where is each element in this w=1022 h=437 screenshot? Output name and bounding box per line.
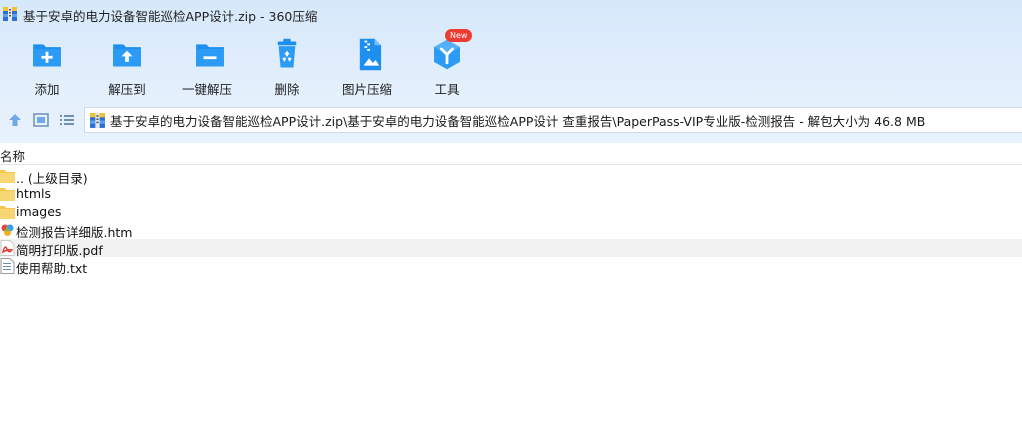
image-compress-label: 图片压缩 bbox=[342, 82, 393, 97]
file-name: htmls bbox=[16, 186, 51, 201]
delete-button[interactable]: 删除 bbox=[267, 28, 307, 98]
one-click-extract-icon bbox=[195, 44, 224, 67]
tools-label: 工具 bbox=[434, 82, 460, 97]
delete-label: 删除 bbox=[274, 82, 300, 97]
file-list: .. (上级目录) htmls images 检测报告详细版.htm 简明打印版… bbox=[0, 167, 1022, 276]
folder-icon bbox=[0, 170, 15, 183]
column-header-name[interactable]: 名称 bbox=[0, 146, 25, 165]
add-label: 添加 bbox=[34, 82, 60, 97]
folder-icon bbox=[0, 206, 15, 219]
thumbnail-view-icon[interactable] bbox=[32, 111, 50, 129]
navigation-bar: 基于安卓的电力设备智能巡检APP设计.zip\基于安卓的电力设备智能巡检APP设… bbox=[0, 106, 1022, 134]
list-item-htm[interactable]: 检测报告详细版.htm bbox=[0, 221, 1022, 240]
folder-icon bbox=[0, 188, 15, 201]
delete-icon bbox=[277, 38, 297, 68]
list-item-pdf[interactable]: 简明打印版.pdf bbox=[0, 239, 1022, 258]
window-title: 基于安卓的电力设备智能巡检APP设计.zip - 360压缩 bbox=[23, 9, 318, 24]
path-bar[interactable]: 基于安卓的电力设备智能巡检APP设计.zip\基于安卓的电力设备智能巡检APP设… bbox=[84, 107, 1022, 133]
html-file-icon bbox=[1, 224, 14, 236]
txt-file-icon bbox=[0, 258, 15, 274]
one-click-extract-label: 一键解压 bbox=[182, 82, 233, 97]
add-icon bbox=[33, 44, 61, 67]
list-header: 名称 bbox=[0, 143, 1022, 165]
pdf-file-icon bbox=[0, 240, 15, 256]
image-compress-button[interactable]: 图片压缩 bbox=[342, 28, 392, 98]
add-button[interactable]: 添加 bbox=[27, 28, 67, 98]
one-click-extract-button[interactable]: 一键解压 bbox=[182, 28, 232, 98]
list-item-images[interactable]: images bbox=[0, 203, 1022, 221]
extract-to-button[interactable]: 解压到 bbox=[107, 28, 147, 98]
zip-archive-icon bbox=[3, 7, 17, 21]
extract-to-icon bbox=[113, 44, 141, 67]
file-name: images bbox=[16, 204, 62, 219]
title-bar: 基于安卓的电力设备智能巡检APP设计.zip - 360压缩 bbox=[0, 0, 1022, 28]
zip-archive-icon bbox=[90, 112, 105, 128]
list-view-icon[interactable] bbox=[58, 111, 76, 129]
image-compress-icon bbox=[359, 38, 381, 71]
list-item-txt[interactable]: 使用帮助.txt bbox=[0, 257, 1022, 276]
extract-to-label: 解压到 bbox=[108, 82, 146, 97]
list-item-parent[interactable]: .. (上级目录) bbox=[0, 167, 1022, 186]
tools-button[interactable]: New 工具 bbox=[427, 28, 473, 98]
file-name: 使用帮助.txt bbox=[16, 261, 88, 276]
toolbar: 添加 解压到 一键解压 删除 图片压缩 New 工具 bbox=[0, 28, 1022, 100]
top-panel: 基于安卓的电力设备智能巡检APP设计.zip - 360压缩 添加 解压到 一键… bbox=[0, 0, 1022, 143]
up-arrow-icon[interactable] bbox=[6, 111, 24, 129]
path-text: 基于安卓的电力设备智能巡检APP设计.zip\基于安卓的电力设备智能巡检APP设… bbox=[110, 113, 926, 129]
new-badge: New bbox=[445, 29, 473, 42]
list-item-htmls[interactable]: htmls bbox=[0, 185, 1022, 203]
